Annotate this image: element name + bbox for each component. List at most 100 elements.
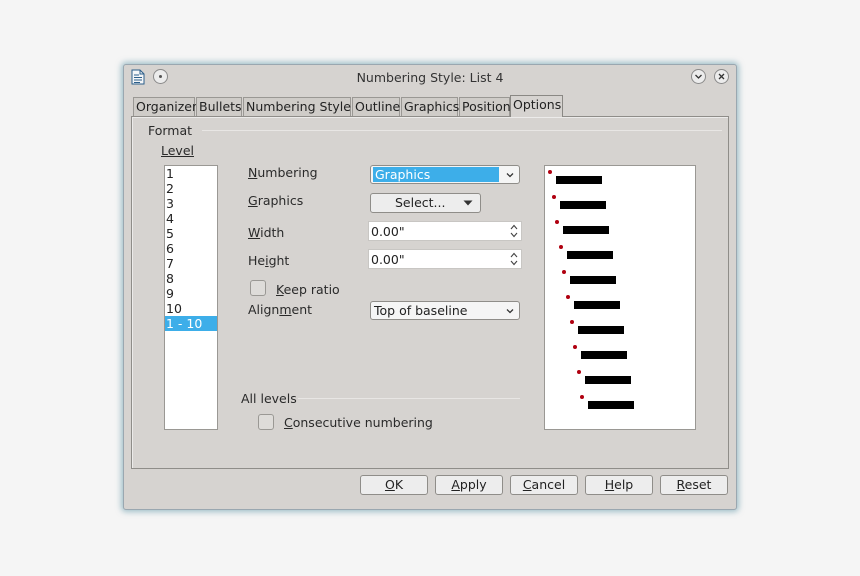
consecutive-numbering-text: onsecutive numbering bbox=[292, 415, 433, 430]
numbering-select[interactable]: Graphics bbox=[370, 165, 520, 184]
graphics-select-button-label: Select... bbox=[395, 195, 446, 210]
apply-button[interactable]: Apply bbox=[435, 475, 503, 495]
apply-label: pply bbox=[459, 477, 487, 492]
width-spinbox[interactable]: 0.00" bbox=[368, 221, 522, 241]
level-item-8[interactable]: 8 bbox=[165, 271, 217, 286]
height-value: 0.00" bbox=[371, 252, 405, 267]
preview-bar bbox=[577, 326, 624, 334]
level-item-all[interactable]: 1 - 10 bbox=[165, 316, 217, 331]
preview-bullet-icon bbox=[576, 370, 581, 374]
preview-bar bbox=[556, 176, 602, 184]
tab-numbering-style[interactable]: Numbering Style bbox=[243, 97, 351, 117]
width-label: Width bbox=[248, 225, 284, 240]
options-panel: Format Level 1 2 3 4 5 6 7 8 9 10 1 - 10… bbox=[131, 116, 729, 469]
preview-bar bbox=[563, 226, 610, 234]
preview-bullet-icon bbox=[562, 270, 567, 274]
spin-arrows-icon[interactable] bbox=[509, 222, 519, 240]
tab-organizer[interactable]: Organizer bbox=[133, 97, 197, 117]
height-label-rest: ght bbox=[268, 253, 290, 268]
preview-bar bbox=[566, 251, 613, 259]
format-section-label: Format bbox=[148, 123, 193, 138]
chevron-down-icon bbox=[506, 309, 514, 314]
consecutive-numbering-mnemonic: C bbox=[284, 415, 293, 430]
preview-bullet-icon bbox=[566, 295, 570, 299]
keep-ratio-text: eep ratio bbox=[283, 282, 340, 297]
level-label-text: Level bbox=[161, 143, 194, 158]
dialog-window: Numbering Style: List 4 Organizer Bullet… bbox=[123, 64, 737, 510]
level-item-9[interactable]: 9 bbox=[165, 286, 217, 301]
all-levels-separator bbox=[298, 398, 520, 399]
reset-button[interactable]: Reset bbox=[660, 475, 728, 495]
level-listbox[interactable]: 1 2 3 4 5 6 7 8 9 10 1 - 10 bbox=[164, 165, 218, 430]
preview-bar bbox=[559, 201, 606, 209]
keep-ratio-label[interactable]: Keep ratio bbox=[276, 282, 340, 297]
chevron-down-icon bbox=[695, 74, 702, 79]
level-item-1[interactable]: 1 bbox=[165, 166, 217, 181]
help-button[interactable]: Help bbox=[585, 475, 653, 495]
numbering-label-text: umbering bbox=[257, 165, 318, 180]
width-label-text: idth bbox=[260, 225, 285, 240]
title-bar[interactable]: Numbering Style: List 4 bbox=[124, 65, 736, 91]
tab-bullets[interactable]: Bullets bbox=[196, 97, 242, 117]
consecutive-numbering-checkbox[interactable] bbox=[258, 414, 274, 430]
numbering-preview bbox=[544, 165, 696, 430]
preview-bar bbox=[570, 276, 617, 284]
width-value: 0.00" bbox=[371, 224, 405, 239]
format-separator bbox=[202, 130, 722, 131]
tab-options[interactable]: Options bbox=[510, 95, 563, 117]
graphics-label-text: raphics bbox=[257, 193, 304, 208]
preview-bar bbox=[588, 401, 635, 409]
numbering-select-value: Graphics bbox=[373, 167, 499, 182]
level-label: Level bbox=[161, 143, 194, 158]
width-label-mnemonic: W bbox=[248, 225, 261, 240]
numbering-label: Numbering bbox=[248, 165, 318, 180]
dropdown-arrow-icon bbox=[463, 200, 473, 206]
minimize-button[interactable] bbox=[691, 69, 706, 84]
height-label: Height bbox=[248, 253, 289, 268]
preview-bullet-icon bbox=[548, 170, 552, 174]
level-item-2[interactable]: 2 bbox=[165, 181, 217, 196]
height-label-start: He bbox=[248, 253, 266, 268]
all-levels-section-label: All levels bbox=[241, 391, 297, 406]
ok-mnemonic: O bbox=[384, 477, 395, 492]
tab-outline[interactable]: Outline bbox=[352, 97, 400, 117]
alignment-select[interactable]: Top of baseline bbox=[370, 301, 520, 320]
level-item-5[interactable]: 5 bbox=[165, 226, 217, 241]
graphics-select-button[interactable]: Select... bbox=[370, 193, 481, 213]
close-icon bbox=[718, 73, 725, 80]
consecutive-numbering-label[interactable]: Consecutive numbering bbox=[284, 415, 433, 430]
level-item-6[interactable]: 6 bbox=[165, 241, 217, 256]
spin-arrows-icon[interactable] bbox=[509, 250, 519, 268]
ok-button[interactable]: OK bbox=[360, 475, 428, 495]
help-label: elp bbox=[614, 477, 634, 492]
tab-position[interactable]: Position bbox=[459, 97, 511, 117]
window-title: Numbering Style: List 4 bbox=[356, 70, 504, 85]
tab-graphics[interactable]: Graphics bbox=[401, 97, 459, 117]
preview-bullet-icon bbox=[551, 195, 556, 199]
height-spinbox[interactable]: 0.00" bbox=[368, 249, 522, 269]
apply-mnemonic: A bbox=[451, 477, 460, 492]
preview-bar bbox=[574, 301, 620, 309]
cancel-button[interactable]: Cancel bbox=[510, 475, 578, 495]
level-item-4[interactable]: 4 bbox=[165, 211, 217, 226]
cancel-mnemonic: C bbox=[522, 477, 532, 492]
preview-bullet-icon bbox=[555, 220, 560, 224]
graphics-label: Graphics bbox=[248, 193, 303, 208]
preview-bar bbox=[581, 351, 628, 359]
preview-bullet-icon bbox=[573, 345, 578, 349]
alignment-label-mnemonic: m bbox=[279, 302, 292, 317]
alignment-select-value: Top of baseline bbox=[374, 303, 468, 318]
keep-ratio-checkbox[interactable] bbox=[250, 280, 266, 296]
reset-label: eset bbox=[684, 477, 712, 492]
cancel-label: ancel bbox=[531, 477, 566, 492]
graphics-label-mnemonic: G bbox=[248, 193, 258, 208]
help-mnemonic: H bbox=[604, 477, 615, 492]
level-item-7[interactable]: 7 bbox=[165, 256, 217, 271]
preview-bullet-icon bbox=[580, 395, 585, 399]
reset-mnemonic: R bbox=[676, 477, 685, 492]
level-item-3[interactable]: 3 bbox=[165, 196, 217, 211]
keep-ratio-mnemonic: K bbox=[276, 282, 284, 297]
preview-bullet-icon bbox=[558, 245, 563, 249]
level-item-10[interactable]: 10 bbox=[165, 301, 217, 316]
close-button[interactable] bbox=[714, 69, 729, 84]
